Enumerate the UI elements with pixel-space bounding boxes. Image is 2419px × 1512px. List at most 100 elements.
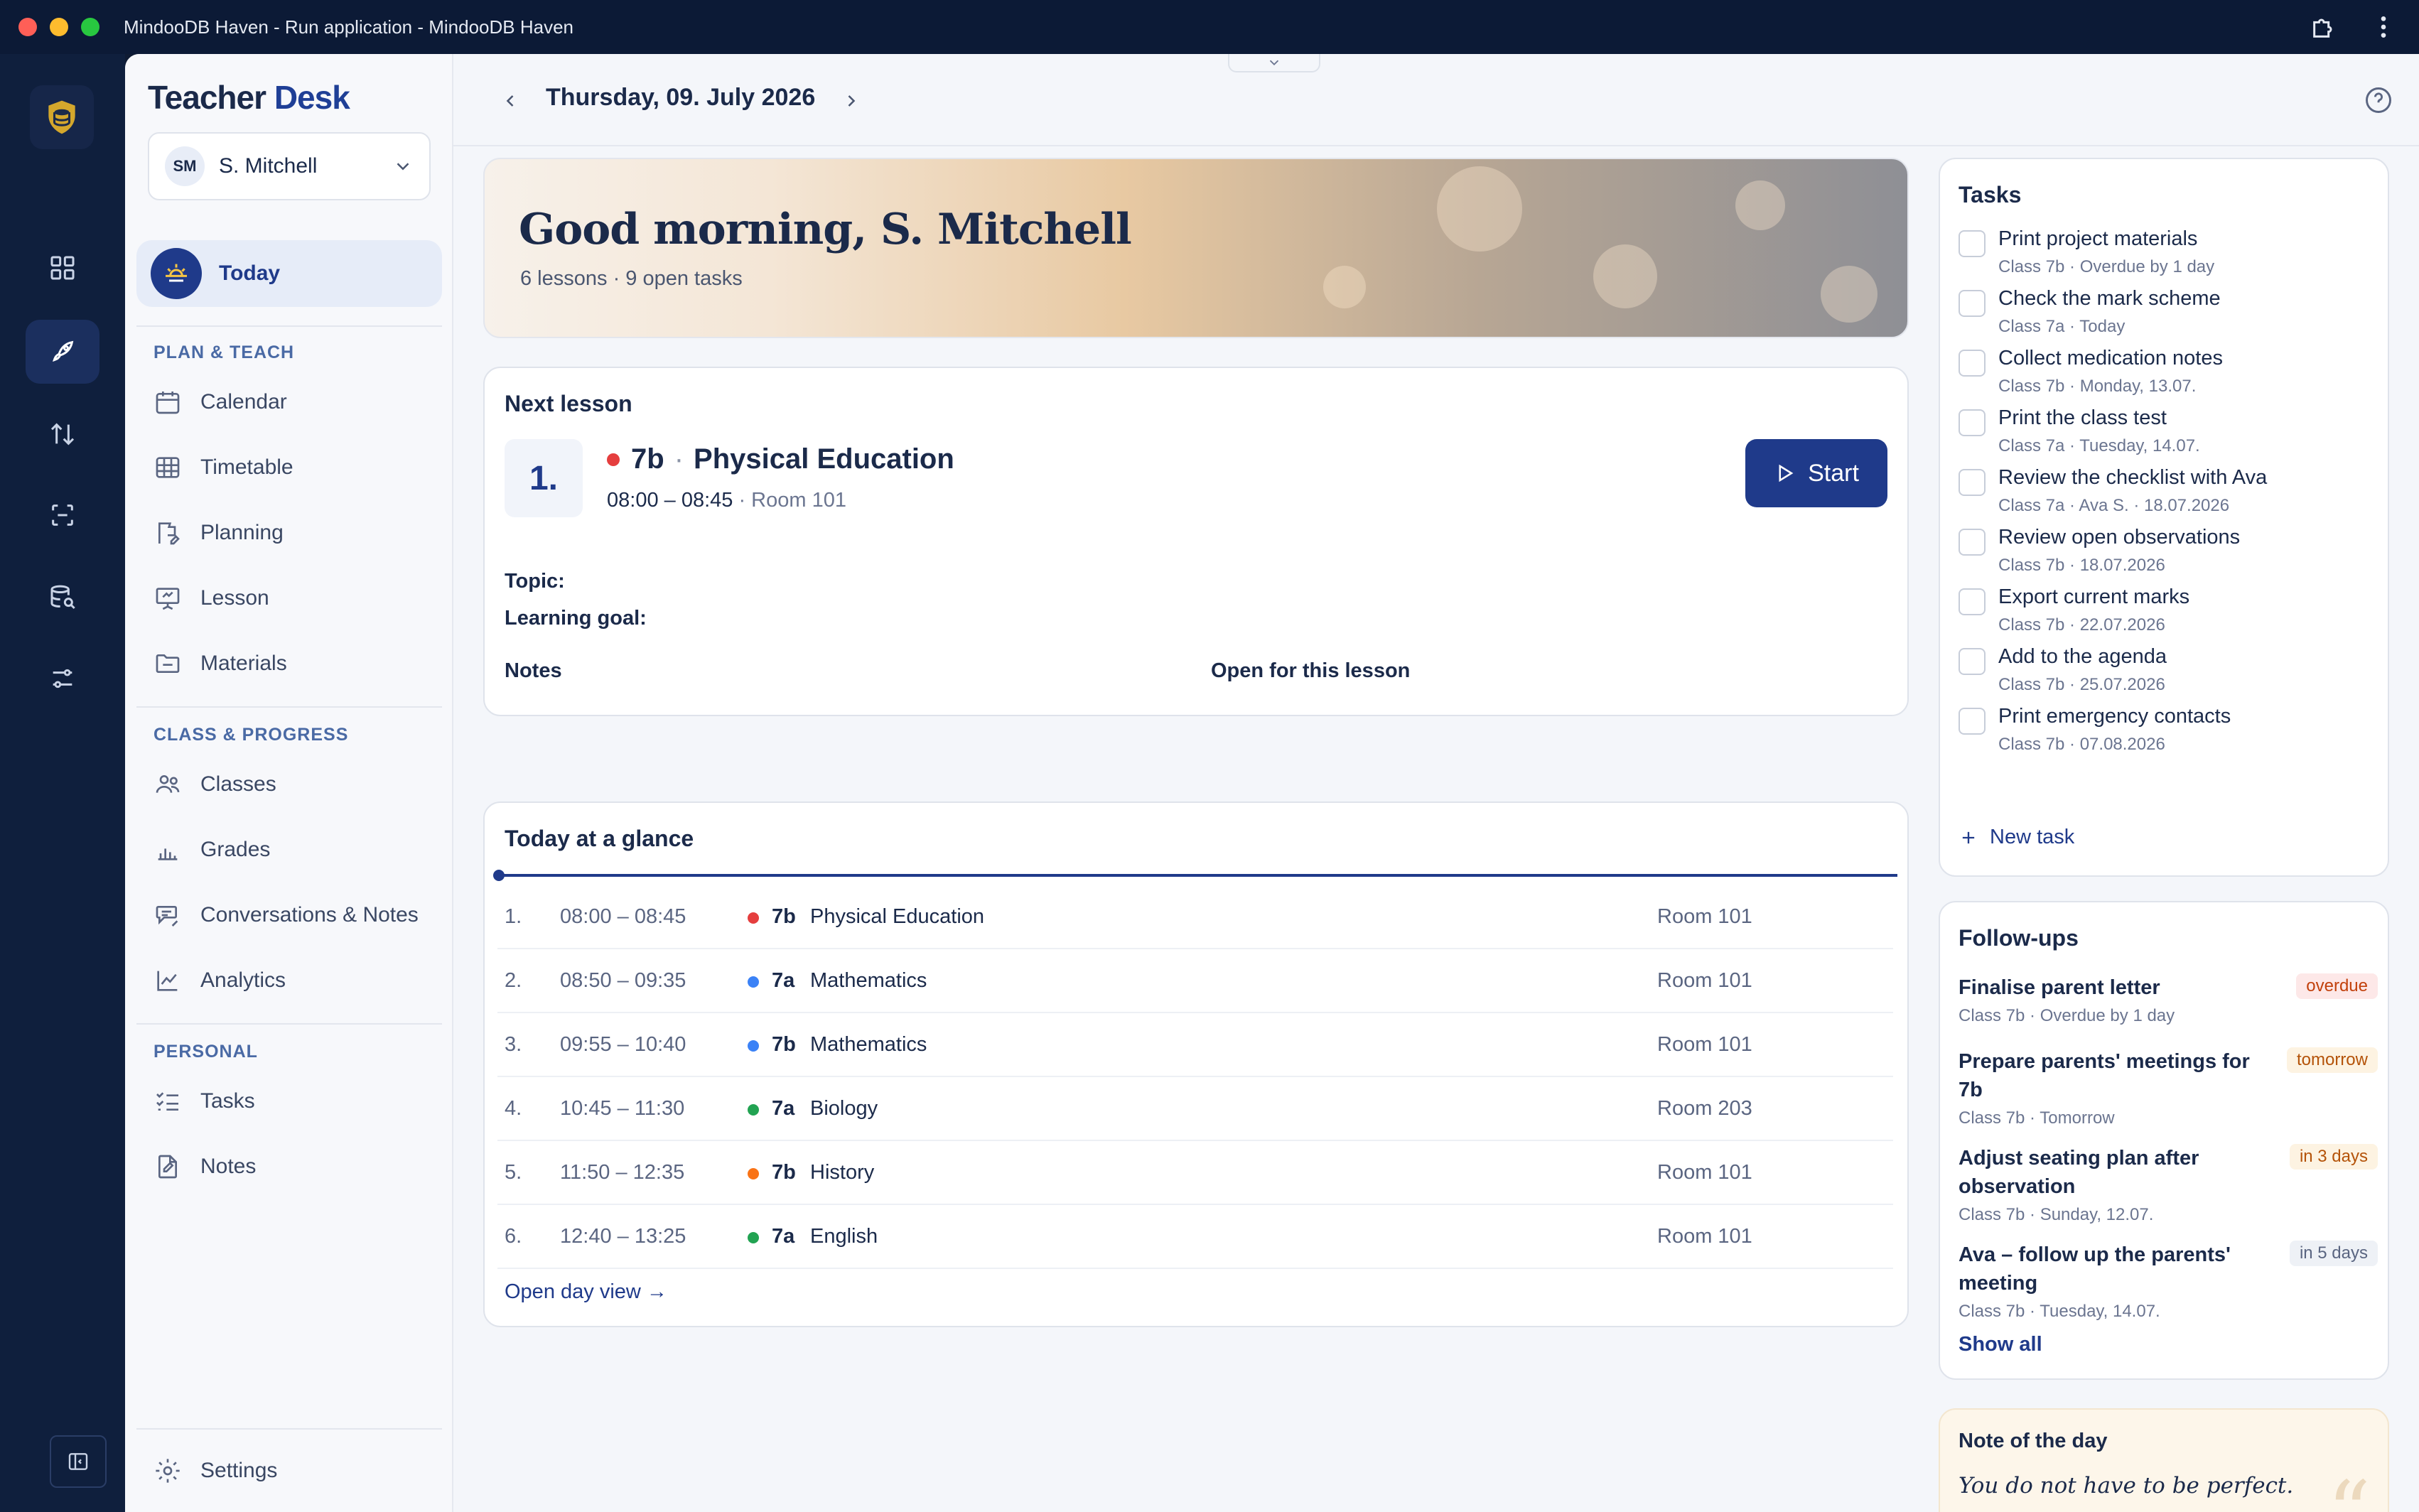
task-item: Add to the agenda Class 7b · 25.07.2026: [1959, 645, 2378, 702]
task-title[interactable]: Export current marks: [1998, 585, 2189, 609]
sliders-icon[interactable]: [26, 647, 99, 711]
task-title[interactable]: Review the checklist with Ava: [1998, 466, 2267, 490]
task-checkbox[interactable]: [1959, 588, 1986, 615]
message-edit-icon: [156, 906, 178, 927]
sidebar-item-label: Calendar: [200, 390, 287, 414]
day-progress-line: [497, 874, 1897, 877]
task-checkbox[interactable]: [1959, 648, 1986, 675]
next-lesson-card: Next lesson 1. 7b · Physical Education 0…: [483, 367, 1909, 716]
follow-up-item[interactable]: Finalise parent letter Class 7b · Overdue…: [1959, 973, 2378, 1026]
sidebar-item-analytics[interactable]: Analytics: [153, 959, 286, 1002]
sidebar: Teacher Desk SM S. Mitchell Today PLAN &…: [125, 54, 453, 1512]
status-badge: in 5 days: [2289, 1241, 2378, 1266]
open-day-view-link[interactable]: Open day view →: [505, 1280, 667, 1304]
note-of-the-day-card: Note of the day You do not have to be pe…: [1939, 1408, 2389, 1512]
section-heading-plan: PLAN & TEACH: [153, 342, 295, 362]
sidebar-item-conversations[interactable]: Conversations & Notes: [153, 894, 419, 936]
sidebar-item-lesson[interactable]: Lesson: [153, 577, 269, 620]
tasks-card: Tasks Print project materials Class 7b · …: [1939, 158, 2389, 877]
notes-link[interactable]: Open for this lesson: [1211, 659, 1410, 683]
table-row[interactable]: 6. 12:40 – 13:25 7a English Room 101: [497, 1205, 1893, 1269]
current-date: Thursday, 09. July 2026: [546, 84, 816, 111]
sidebar-item-classes[interactable]: Classes: [153, 763, 276, 806]
lesson-room: Room 203: [1657, 1097, 1752, 1120]
sidebar-item-label: Tasks: [200, 1089, 255, 1113]
close-window-button[interactable]: [18, 18, 37, 36]
sidebar-item-label: Today: [219, 261, 281, 285]
new-task-button[interactable]: New task: [1959, 826, 2074, 849]
sidebar-item-timetable[interactable]: Timetable: [153, 446, 293, 489]
start-lesson-button[interactable]: Start: [1745, 439, 1887, 507]
collapse-sidebar-button[interactable]: [50, 1435, 107, 1488]
extension-icon[interactable]: [2310, 13, 2338, 45]
task-title[interactable]: Print emergency contacts: [1998, 705, 2231, 728]
follow-up-item[interactable]: Prepare parents' meetings for 7b Class 7b…: [1959, 1047, 2378, 1128]
previous-day-button[interactable]: [496, 87, 524, 115]
task-title[interactable]: Review open observations: [1998, 526, 2240, 549]
status-badge: overdue: [2296, 973, 2378, 999]
task-title[interactable]: Print project materials: [1998, 227, 2197, 251]
task-title[interactable]: Add to the agenda: [1998, 645, 2167, 669]
users-icon: [156, 775, 180, 793]
dashboard-grid-icon[interactable]: [26, 236, 99, 300]
task-checkbox[interactable]: [1959, 409, 1986, 436]
task-checkbox[interactable]: [1959, 708, 1986, 735]
more-vertical-icon[interactable]: [2369, 13, 2398, 45]
task-checkbox[interactable]: [1959, 350, 1986, 377]
next-day-button[interactable]: [837, 87, 866, 115]
sidebar-item-calendar[interactable]: Calendar: [153, 381, 287, 423]
follow-up-subtitle: Class 7b · Sunday, 12.07.: [1959, 1205, 2154, 1224]
follow-up-subtitle: Class 7b · Tomorrow: [1959, 1108, 2115, 1128]
minimize-window-button[interactable]: [50, 18, 68, 36]
user-selector[interactable]: SM S. Mitchell: [148, 132, 431, 200]
sidebar-item-label: Grades: [200, 838, 271, 861]
task-checkbox[interactable]: [1959, 529, 1986, 556]
sidebar-item-materials[interactable]: Materials: [153, 642, 287, 685]
sidebar-item-notes[interactable]: Notes: [153, 1145, 256, 1188]
lesson-number: 1.: [505, 439, 583, 517]
lesson-room: Room 101: [751, 489, 846, 512]
task-checkbox[interactable]: [1959, 290, 1986, 317]
follow-up-item[interactable]: Adjust seating plan after observation Cla…: [1959, 1144, 2378, 1225]
table-row[interactable]: 4. 10:45 – 11:30 7a Biology Room 203: [497, 1077, 1893, 1141]
sidebar-item-label: Settings: [200, 1459, 278, 1482]
sidebar-item-today[interactable]: Today: [136, 240, 442, 307]
subject-color-dot: [748, 1104, 759, 1116]
follow-ups-card: Follow-ups Finalise parent letter Class 7…: [1939, 901, 2389, 1380]
scan-icon[interactable]: [26, 483, 99, 547]
task-checkbox[interactable]: [1959, 469, 1986, 496]
sidebar-item-planning[interactable]: Planning: [153, 512, 284, 554]
table-row[interactable]: 1. 08:00 – 08:45 7b Physical Education Room …: [497, 885, 1893, 949]
table-row[interactable]: 2. 08:50 – 09:35 7a Mathematics Room 101: [497, 949, 1893, 1013]
task-item: Review the checklist with Ava Class 7a · …: [1959, 466, 2378, 523]
help-button[interactable]: [2361, 82, 2396, 118]
lesson-subject: Biology: [810, 1097, 878, 1120]
table-row[interactable]: 3. 09:55 – 10:40 7b Mathematics Room 101: [497, 1013, 1893, 1077]
lesson-class: 7b: [772, 905, 796, 928]
section-heading-class: CLASS & PROGRESS: [153, 725, 349, 745]
follow-up-subtitle: Class 7b · Overdue by 1 day: [1959, 1006, 2175, 1025]
task-title[interactable]: Check the mark scheme: [1998, 287, 2221, 310]
lesson-number: 1.: [505, 905, 522, 928]
task-title[interactable]: Print the class test: [1998, 406, 2167, 430]
sidebar-item-grades[interactable]: Grades: [153, 828, 270, 871]
lesson-room: Room 101: [1657, 1161, 1752, 1184]
task-subtitle: Class 7b · 18.07.2026: [1998, 556, 2165, 575]
sidebar-item-settings[interactable]: Settings: [153, 1449, 277, 1492]
database-search-icon[interactable]: [26, 566, 99, 630]
rocket-icon[interactable]: [26, 320, 99, 384]
panel-left-icon: [68, 1453, 88, 1470]
lesson-subject: Mathematics: [810, 1033, 927, 1056]
task-item: Collect medication notes Class 7b · Monda…: [1959, 347, 2378, 404]
sidebar-item-tasks[interactable]: Tasks: [153, 1080, 255, 1123]
sort-arrows-icon[interactable]: [26, 402, 99, 466]
task-title[interactable]: Collect medication notes: [1998, 347, 2223, 370]
decorative-bokeh: [1593, 244, 1657, 308]
decorative-bokeh: [1821, 266, 1877, 323]
table-row[interactable]: 5. 11:50 – 12:35 7b History Room 101: [497, 1141, 1893, 1205]
task-checkbox[interactable]: [1959, 230, 1986, 257]
show-all-link[interactable]: Show all: [1959, 1333, 2042, 1356]
follow-up-item[interactable]: Ava – follow up the parents' meeting Clas…: [1959, 1241, 2378, 1322]
pull-down-handle[interactable]: [1228, 54, 1320, 72]
maximize-window-button[interactable]: [81, 18, 99, 36]
